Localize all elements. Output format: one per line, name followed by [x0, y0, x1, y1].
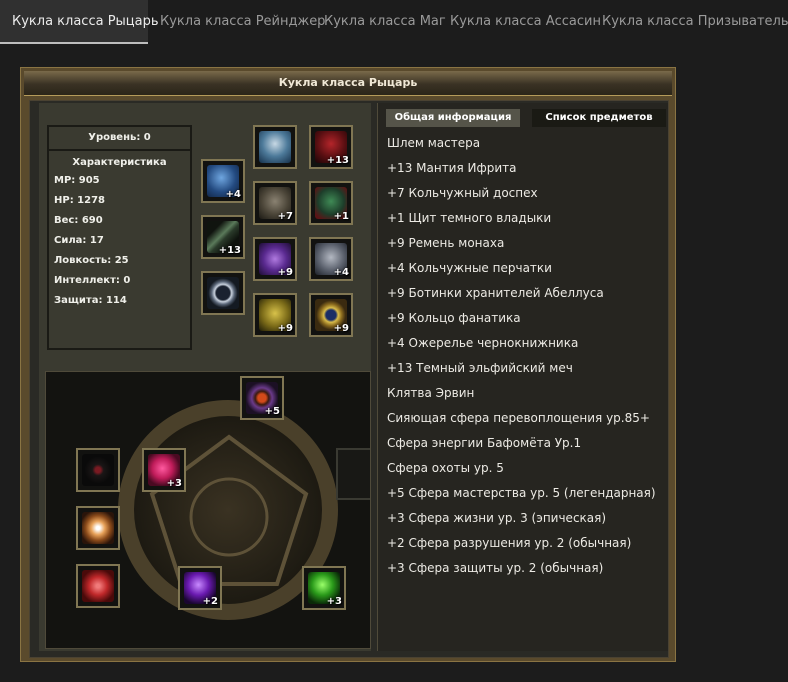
list-item: +4 Ожерелье чернокнижника — [387, 336, 579, 350]
enchant-level: +2 — [202, 596, 218, 607]
armor-slot[interactable]: +7 — [253, 181, 297, 225]
stat-weight: Вес: 690 — [54, 215, 103, 226]
enchant-level: +9 — [277, 267, 293, 278]
ring-slot-right[interactable]: +9 — [309, 293, 353, 337]
list-item: Сфера охоты ур. 5 — [387, 461, 504, 475]
list-item: +13 Мантия Ифрита — [387, 161, 517, 175]
info-pane: Общая информация Список предметов Шлем м… — [377, 103, 668, 651]
enchant-level: +7 — [277, 211, 293, 222]
sphere-slot-dark[interactable] — [76, 448, 120, 492]
stat-dexterity: Ловкость: 25 — [54, 255, 129, 266]
sphere-slot-swirl[interactable] — [76, 506, 120, 550]
sphere-slot-top[interactable]: +5 — [240, 376, 284, 420]
list-item: +3 Сфера жизни ур. 3 (эпическая) — [387, 511, 607, 525]
shoulder-slot[interactable]: +4 — [201, 159, 245, 203]
enchant-level: +13 — [326, 155, 349, 166]
list-item: +2 Сфера разрушения ур. 2 (обычная) — [387, 536, 632, 550]
enchant-level: +9 — [277, 323, 293, 334]
tab-summoner[interactable]: Кукла класса Призыватель — [590, 0, 788, 44]
class-tabs: Кукла класса Рыцарь Кукла класса Рейндже… — [0, 0, 788, 44]
enchant-level: +4 — [333, 267, 349, 278]
enchant-level: +1 — [333, 211, 349, 222]
tab-general-info[interactable]: Общая информация — [386, 109, 520, 127]
tab-knight[interactable]: Кукла класса Рыцарь — [0, 0, 159, 44]
panel-title: Кукла класса Рыцарь — [24, 71, 672, 96]
sphere-area: +5 +3 +2 +3 — [45, 371, 371, 649]
cloak-slot[interactable]: +13 — [309, 125, 353, 169]
weapon-slot[interactable]: +13 — [201, 215, 245, 259]
enchant-level: +3 — [326, 596, 342, 607]
tab-item-list[interactable]: Список предметов — [532, 109, 666, 127]
helmet-icon — [259, 131, 291, 163]
list-item: +7 Кольчужный доспех — [387, 186, 538, 200]
sphere-slot-pink[interactable]: +3 — [142, 448, 186, 492]
enchant-level: +13 — [218, 245, 241, 256]
tab-ranger[interactable]: Кукла класса Рейнджер — [148, 0, 325, 44]
enchant-level: +4 — [225, 189, 241, 200]
enchant-level: +9 — [333, 323, 349, 334]
enchant-level: +3 — [166, 478, 182, 489]
list-item: Клятва Эрвин — [387, 386, 475, 400]
sphere-slot-red[interactable] — [76, 564, 120, 608]
sphere-slot-empty[interactable] — [336, 448, 370, 500]
list-item: +9 Ботинки хранителей Абеллуса — [387, 286, 604, 300]
sphere-slot-green[interactable]: +3 — [302, 566, 346, 610]
boots-slot[interactable]: +9 — [253, 293, 297, 337]
red-sphere-icon — [82, 570, 114, 602]
list-item: +9 Кольцо фанатика — [387, 311, 521, 325]
doll-pane: Уровень: 0 Характеристика MP: 905 HP: 12… — [39, 103, 371, 651]
helmet-slot[interactable] — [253, 125, 297, 169]
list-item: +5 Сфера мастерства ур. 5 (легендарная) — [387, 486, 656, 500]
tab-mage[interactable]: Кукла класса Маг — [312, 0, 446, 44]
doll-panel: Кукла класса Рыцарь Уровень: 0 Характери… — [20, 67, 676, 662]
stat-strength: Сила: 17 — [54, 235, 104, 246]
enchant-level: +5 — [264, 406, 280, 417]
item-list: Шлем мастера +13 Мантия Ифрита +7 Кольчу… — [387, 133, 665, 583]
stat-intellect: Интеллект: 0 — [54, 275, 131, 286]
stat-hp: HP: 1278 — [54, 195, 106, 206]
list-item: Шлем мастера — [387, 136, 481, 150]
stats-header: Характеристика — [72, 157, 167, 168]
stat-defense: Защита: 114 — [54, 295, 127, 306]
ring-icon — [207, 277, 239, 309]
tab-assassin[interactable]: Кукла класса Ассасин — [438, 0, 601, 44]
level-label: Уровень: 0 — [49, 127, 190, 151]
stat-mp: MP: 905 — [54, 175, 100, 186]
list-item: +3 Сфера защиты ур. 2 (обычная) — [387, 561, 604, 575]
list-item: +13 Темный эльфийский меч — [387, 361, 573, 375]
dark-sphere-icon — [82, 454, 114, 486]
panel-body: Уровень: 0 Характеристика MP: 905 HP: 12… — [29, 100, 669, 658]
list-item: +4 Кольчужные перчатки — [387, 261, 552, 275]
gloves-slot[interactable]: +4 — [309, 237, 353, 281]
belt-slot[interactable]: +9 — [253, 237, 297, 281]
stats-box: Уровень: 0 Характеристика MP: 905 HP: 12… — [47, 125, 192, 350]
shield-slot[interactable]: +1 — [309, 181, 353, 225]
list-item: +9 Ремень монаха — [387, 236, 505, 250]
swirl-sphere-icon — [82, 512, 114, 544]
ring-slot-left[interactable] — [201, 271, 245, 315]
list-item: Сияющая сфера перевоплощения ур.85+ — [387, 411, 650, 425]
sphere-slot-purple[interactable]: +2 — [178, 566, 222, 610]
list-item: +1 Щит темного владыки — [387, 211, 552, 225]
list-item: Сфера энергии Бафомёта Ур.1 — [387, 436, 582, 450]
